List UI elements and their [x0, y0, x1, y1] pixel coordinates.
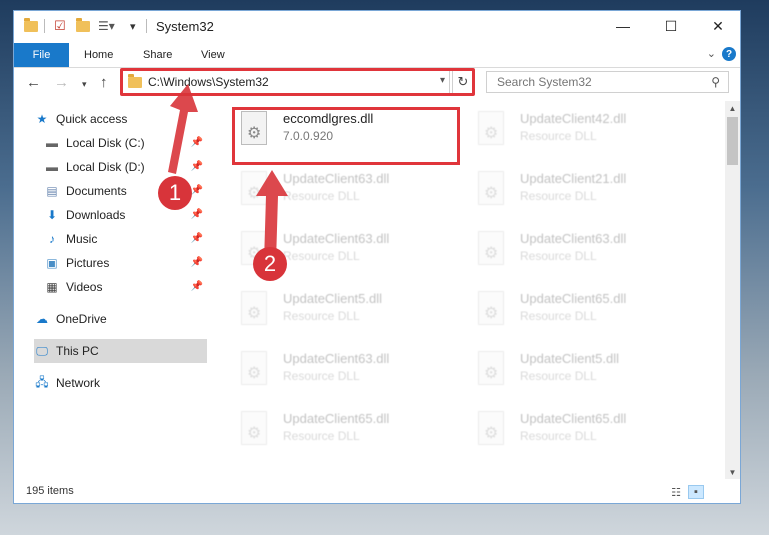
annotation-arrows — [168, 84, 288, 262]
step-badge-2: 2 — [253, 247, 287, 281]
step-badge-1: 1 — [158, 176, 192, 210]
annotation-arrow-1 — [168, 84, 198, 174]
